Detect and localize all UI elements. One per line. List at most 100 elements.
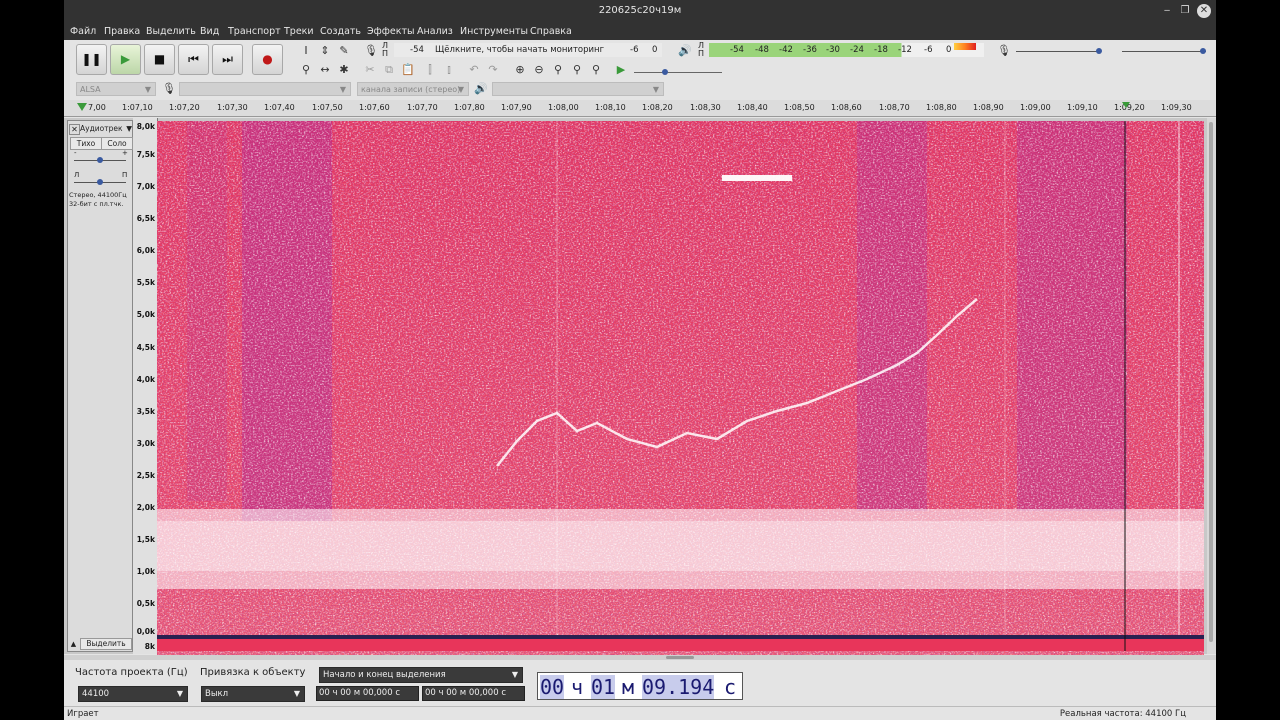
multi-tool-icon[interactable]: ✱ — [336, 62, 352, 78]
snap-to-select[interactable]: Выкл ▼ — [201, 686, 305, 702]
cut-icon[interactable]: ✂ — [362, 62, 378, 78]
ruler-tick: 1:07,80 — [454, 103, 485, 112]
record-channels-value: канала записи (стерео) — [361, 85, 461, 94]
playback-meter[interactable]: -54 -48 -42 -36 -30 -24 -18 -12 -6 0 — [709, 43, 984, 57]
copy-icon[interactable]: ⧉ — [381, 62, 397, 78]
skip-start-button[interactable]: ⏮ — [178, 44, 209, 75]
microphone-icon[interactable]: 🎙 — [363, 43, 379, 59]
selection-mode-select[interactable]: Начало и конец выделения ▼ — [319, 667, 523, 683]
spectrogram[interactable] — [157, 121, 1204, 655]
project-rate-label: Частота проекта (Гц) — [75, 667, 188, 678]
track-area: ✕ Аудиотрек ▼ Тихо Соло - + Л П Стерео, 4… — [64, 118, 1216, 655]
menu-select[interactable]: Выделить — [146, 26, 196, 37]
vertical-scrollbar[interactable] — [1207, 118, 1216, 654]
close-icon[interactable]: ✕ — [1197, 4, 1211, 18]
timeline-ruler[interactable]: 7,00 1:07,10 1:07,20 1:07,30 1:07,40 1:0… — [64, 100, 1216, 117]
redo-icon[interactable]: ↷ — [485, 62, 501, 78]
menu-analyze[interactable]: Анализ — [417, 26, 453, 37]
project-rate-select[interactable]: 44100 ▼ — [78, 686, 188, 702]
zoom-out-icon[interactable]: ⊖ — [531, 62, 547, 78]
play-meter-tick: -54 — [730, 45, 744, 55]
solo-button[interactable]: Соло — [101, 137, 133, 150]
skip-end-button[interactable]: ⏭ — [212, 44, 243, 75]
time-minutes-unit: м — [622, 675, 635, 699]
minimize-icon[interactable]: ‒ — [1160, 4, 1174, 18]
undo-icon[interactable]: ↶ — [466, 62, 482, 78]
record-volume-slider[interactable] — [1016, 48, 1102, 54]
play-meter-tick: -6 — [924, 45, 933, 55]
freq-tick: 7,5k — [136, 150, 155, 159]
record-channels-select[interactable]: канала записи (стерео) ▼ — [357, 82, 469, 96]
draw-tool-icon[interactable]: ✎ — [336, 43, 352, 59]
play-volume-slider[interactable] — [1122, 48, 1206, 54]
zoom-toggle-icon[interactable]: ⚲ — [588, 62, 604, 78]
menu-effects[interactable]: Эффекты — [367, 26, 415, 37]
playback-device-select[interactable]: ▼ — [492, 82, 664, 96]
track-name: Аудиотрек — [80, 124, 123, 133]
menu-tracks[interactable]: Треки — [284, 26, 314, 37]
play-meter-tick: -18 — [874, 45, 888, 55]
menu-generate[interactable]: Создать — [320, 26, 361, 37]
menu-view[interactable]: Вид — [200, 26, 219, 37]
zoom-tool-icon[interactable]: ⚲ — [298, 62, 314, 78]
freq-tick: 8,0k — [136, 122, 155, 131]
record-meter[interactable]: -54 Щёлкните, чтобы начать мониторинг -6… — [394, 43, 662, 57]
record-device-select[interactable]: ▼ — [179, 82, 351, 96]
play-meter-tick: -24 — [850, 45, 864, 55]
stop-button[interactable]: ■ — [144, 44, 175, 75]
playback-position-icon — [1122, 102, 1130, 108]
audio-host-select[interactable]: ALSA ▼ — [76, 82, 156, 96]
status-state: Играет — [67, 709, 99, 719]
ruler-tick: 1:07,10 — [122, 103, 153, 112]
status-rate: Реальная частота: 44100 Гц — [1059, 709, 1186, 719]
menu-tools[interactable]: Инструменты — [460, 26, 528, 37]
record-volume-icon: 🎙 — [997, 44, 1011, 57]
track-divider — [157, 635, 1204, 639]
trim-icon[interactable]: ⫿ — [422, 62, 438, 78]
selection-end-field[interactable]: 00 ч 00 м 00,000 с — [422, 686, 525, 701]
silence-icon[interactable]: ⫾ — [441, 62, 457, 78]
close-track-icon[interactable]: ✕ — [69, 124, 80, 135]
timeshift-tool-icon[interactable]: ↔ — [317, 62, 333, 78]
audio-position-display[interactable]: 00 ч 01 м 09.194 с — [537, 672, 743, 700]
frequency-scale[interactable]: 8,0k 7,5k 7,0k 6,5k 6,0k 5,5k 5,0k 4,5k … — [133, 118, 158, 654]
freq-tick: 6,0k — [136, 246, 155, 255]
envelope-tool-icon[interactable]: ⇕ — [317, 43, 333, 59]
title-bar: 220625с20ч19м ‒ ❐ ✕ — [64, 0, 1216, 23]
menu-file[interactable]: Файл — [70, 26, 96, 37]
play-button[interactable]: ▶ — [110, 44, 141, 75]
play-meter-tick: -42 — [779, 45, 793, 55]
ruler-tick: 1:07,60 — [359, 103, 390, 112]
fit-selection-icon[interactable]: ⚲ — [550, 62, 566, 78]
maximize-icon[interactable]: ❐ — [1178, 4, 1192, 18]
paste-icon[interactable]: 📋 — [400, 62, 416, 78]
ruler-tick: 1:08,30 — [690, 103, 721, 112]
pause-button[interactable]: ❚❚ — [76, 44, 107, 75]
pan-slider[interactable] — [74, 179, 126, 185]
selection-start-field[interactable]: 00 ч 00 м 00,000 с — [316, 686, 419, 701]
app-window: 220625с20ч19м ‒ ❐ ✕ Файл Правка Выделить… — [64, 0, 1216, 720]
play-meter-channels: Л П — [698, 41, 705, 58]
freq-tick: 2,5k — [136, 471, 155, 480]
play-speed-slider[interactable] — [634, 69, 722, 75]
speaker-icon[interactable]: 🔊 — [677, 43, 693, 59]
time-seconds-unit: с — [724, 675, 737, 699]
play-meter-tick: -48 — [755, 45, 769, 55]
gain-slider[interactable] — [74, 157, 126, 163]
ruler-tick: 1:08,20 — [642, 103, 673, 112]
skip-start-icon: ⏮ — [188, 52, 199, 66]
selection-tool-icon[interactable]: I — [298, 43, 314, 59]
play-head-marker-icon[interactable] — [77, 103, 87, 111]
track-control-panel[interactable]: ✕ Аудиотрек ▼ Тихо Соло - + Л П Стерео, 4… — [67, 120, 133, 652]
track-name-menu[interactable]: Аудиотрек ▼ — [80, 124, 132, 134]
fit-project-icon[interactable]: ⚲ — [569, 62, 585, 78]
record-button[interactable]: ● — [252, 44, 283, 75]
collapse-track-icon[interactable]: ▲ — [69, 640, 78, 649]
menu-help[interactable]: Справка — [530, 26, 572, 37]
menu-transport[interactable]: Транспорт — [228, 26, 281, 37]
select-track-button[interactable]: Выделить — [80, 638, 132, 650]
project-rate-value: 44100 — [82, 689, 110, 699]
menu-edit[interactable]: Правка — [104, 26, 140, 37]
play-at-speed-icon[interactable]: ▶ — [613, 62, 629, 78]
zoom-in-icon[interactable]: ⊕ — [512, 62, 528, 78]
